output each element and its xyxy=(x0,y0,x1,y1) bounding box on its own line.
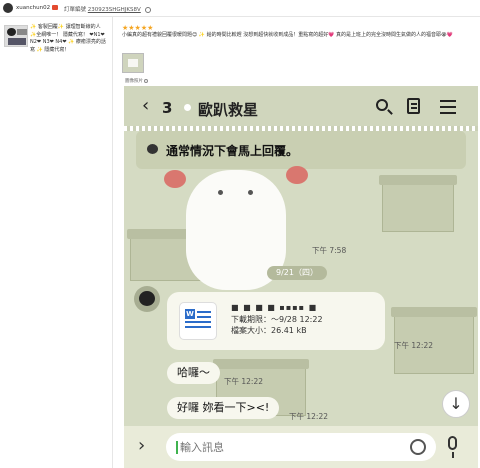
chat-header: ‹ 3 歐趴救星 xyxy=(124,86,478,126)
order-number-link[interactable]: 230923SHGHJKS8V xyxy=(88,7,141,13)
review-image-thumbnail[interactable] xyxy=(122,53,144,73)
scroll-down-button[interactable]: ↓ xyxy=(442,390,470,418)
product-thumbnail[interactable] xyxy=(4,25,28,47)
column-divider xyxy=(112,17,113,468)
message-time: 下午 7:58 xyxy=(312,246,347,255)
product-name[interactable]: ✨ 客製回覆✨ 讓理智斷線的人 ✨全網唯一！ 隱藏代寫！ ❤N1❤ N2❤ N3… xyxy=(30,24,108,54)
message-input[interactable] xyxy=(166,433,436,461)
microphone-icon[interactable] xyxy=(448,436,457,458)
notes-icon[interactable] xyxy=(407,98,420,114)
auto-reply-notice: 通常情況下會馬上回覆。 xyxy=(136,131,466,169)
chat-title: 歐趴救星 xyxy=(198,101,259,119)
file-name: ■ ■ ■ ■ ▪▪▪▪ ■ xyxy=(231,303,318,312)
sender-avatar[interactable] xyxy=(134,286,160,312)
username[interactable]: xuanchun02 xyxy=(16,5,59,11)
word-document-icon: W xyxy=(179,302,217,340)
message-time: 下午 12:22 xyxy=(394,341,433,350)
search-icon[interactable] xyxy=(376,99,388,111)
rating-stars: ★★★★★ xyxy=(122,24,154,32)
message-bubble: 好囉 妳看一下><! xyxy=(167,397,280,419)
unread-count: 3 xyxy=(162,99,173,117)
chat-screenshot: ‹ 3 歐趴救星 通常情況下會馬上回覆。 下午 7:58 9/21（四） W ■… xyxy=(124,86,478,468)
divider xyxy=(0,16,480,17)
date-chip: 9/21（四） xyxy=(267,266,327,280)
message-bubble: 哈囉～ xyxy=(167,362,220,384)
menu-icon[interactable] xyxy=(440,100,456,102)
review-image-caption: 圖像照片 xyxy=(125,78,149,84)
background-house xyxy=(379,175,457,232)
message-time: 下午 12:22 xyxy=(224,377,263,386)
close-icon[interactable] xyxy=(144,78,149,83)
file-message-bubble[interactable]: W ■ ■ ■ ■ ▪▪▪▪ ■ 下載期限：～9/28 12:22 檔案大小：2… xyxy=(167,292,385,350)
order-number: 訂單編號 230923SHGHJKS8V xyxy=(64,5,151,13)
message-field[interactable] xyxy=(180,438,400,456)
speech-bubble-icon xyxy=(147,144,158,154)
file-expiry: 下載期限：～9/28 12:22 xyxy=(231,315,323,324)
message-input-bar: › xyxy=(124,426,478,468)
message-time: 下午 12:22 xyxy=(289,412,328,421)
user-avatar[interactable] xyxy=(3,3,13,13)
copy-icon[interactable] xyxy=(144,6,151,13)
chat-icon[interactable] xyxy=(52,5,59,10)
emoji-icon[interactable] xyxy=(410,439,426,455)
status-dot xyxy=(184,104,191,111)
file-size: 檔案大小：26.41 kB xyxy=(231,326,307,335)
review-text: 小編真的超有禮貌回覆很暖問題😊 ✨ 給的時間比較趕 沒想到超快就收到成品！重點寫… xyxy=(122,32,454,38)
expand-chevron-icon[interactable]: › xyxy=(138,435,145,456)
back-chevron-icon[interactable]: ‹ xyxy=(142,97,149,115)
